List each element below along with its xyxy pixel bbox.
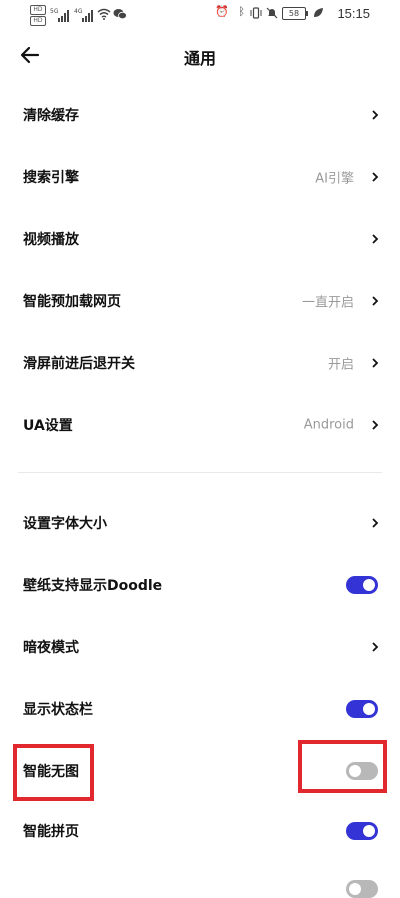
highlight-box-toggle: [298, 740, 387, 793]
hd-badge-1: HD: [30, 5, 46, 15]
setting-ua[interactable]: UA设置 Android: [0, 394, 400, 456]
chevron-right-icon: [372, 358, 379, 368]
setting-label: 设置字体大小: [23, 516, 107, 532]
setting-label: 清除缓存: [23, 108, 79, 124]
setting-label: 视频播放: [23, 232, 79, 248]
setting-label: 暗夜模式: [23, 640, 79, 656]
status-bar: HD HD 5G 4G ⏰ ᛒ 58 15:15: [0, 0, 400, 28]
leaf-icon: [314, 8, 323, 17]
setting-dark-mode[interactable]: 暗夜模式: [0, 616, 400, 678]
alarm-icon: ⏰: [215, 5, 229, 18]
chevron-right-icon: [372, 642, 379, 652]
toggle-knob: [363, 579, 375, 591]
toggle-knob: [363, 703, 375, 715]
setting-font-size[interactable]: 设置字体大小: [0, 492, 400, 554]
chevron-right-icon: [372, 296, 379, 306]
page-title: 通用: [183, 49, 216, 68]
bluetooth-icon: ᛒ: [238, 5, 245, 18]
status-time: 15:15: [337, 6, 370, 21]
smart-page-join-toggle[interactable]: [346, 822, 378, 840]
vibrate-icon: [250, 7, 262, 19]
chevron-right-icon: [372, 172, 379, 182]
setting-smart-preload[interactable]: 智能预加载网页 一直开启: [0, 270, 400, 332]
setting-label: 滑屏前进后退开关: [23, 356, 135, 372]
setting-label: 智能拼页: [23, 824, 79, 840]
setting-smart-page-join: 智能拼页: [0, 800, 400, 862]
wifi-icon: [97, 8, 111, 20]
chevron-right-icon: [372, 518, 379, 528]
setting-value: AI引擎: [315, 171, 354, 187]
highlight-box-label: [13, 744, 94, 801]
setting-wallpaper-doodle: 壁纸支持显示Doodle: [0, 554, 400, 616]
setting-label: 搜索引擎: [23, 170, 79, 186]
setting-swipe-navigation[interactable]: 滑屏前进后退开关 开启: [0, 332, 400, 394]
section-divider: [18, 472, 382, 473]
network-label-2: 4G: [74, 8, 83, 15]
toggle-knob: [349, 883, 361, 895]
setting-video-playback[interactable]: 视频播放: [0, 208, 400, 270]
toggle-knob: [363, 825, 375, 837]
setting-value: Android: [303, 417, 354, 433]
chevron-right-icon: [372, 110, 379, 120]
next-row-toggle[interactable]: [346, 880, 378, 898]
network-label-1: 5G: [50, 8, 59, 15]
mute-icon: [266, 7, 278, 19]
chevron-right-icon: [372, 420, 379, 430]
chevron-right-icon: [372, 234, 379, 244]
setting-label: 智能预加载网页: [23, 294, 121, 310]
header: 通用: [0, 28, 400, 84]
setting-value: 开启: [327, 357, 354, 373]
show-status-bar-toggle[interactable]: [346, 700, 378, 718]
setting-search-engine[interactable]: 搜索引擎 AI引擎: [0, 146, 400, 208]
setting-show-status-bar: 显示状态栏: [0, 678, 400, 740]
wechat-icon: [113, 9, 127, 20]
hd-badge-2: HD: [30, 16, 46, 26]
setting-label: 显示状态栏: [23, 702, 93, 718]
wallpaper-doodle-toggle[interactable]: [346, 576, 378, 594]
battery-icon: 58: [282, 7, 308, 20]
setting-clear-cache[interactable]: 清除缓存: [0, 84, 400, 146]
setting-label: 壁纸支持显示Doodle: [23, 578, 163, 594]
setting-label: UA设置: [23, 418, 73, 434]
setting-value: 一直开启: [301, 295, 354, 311]
